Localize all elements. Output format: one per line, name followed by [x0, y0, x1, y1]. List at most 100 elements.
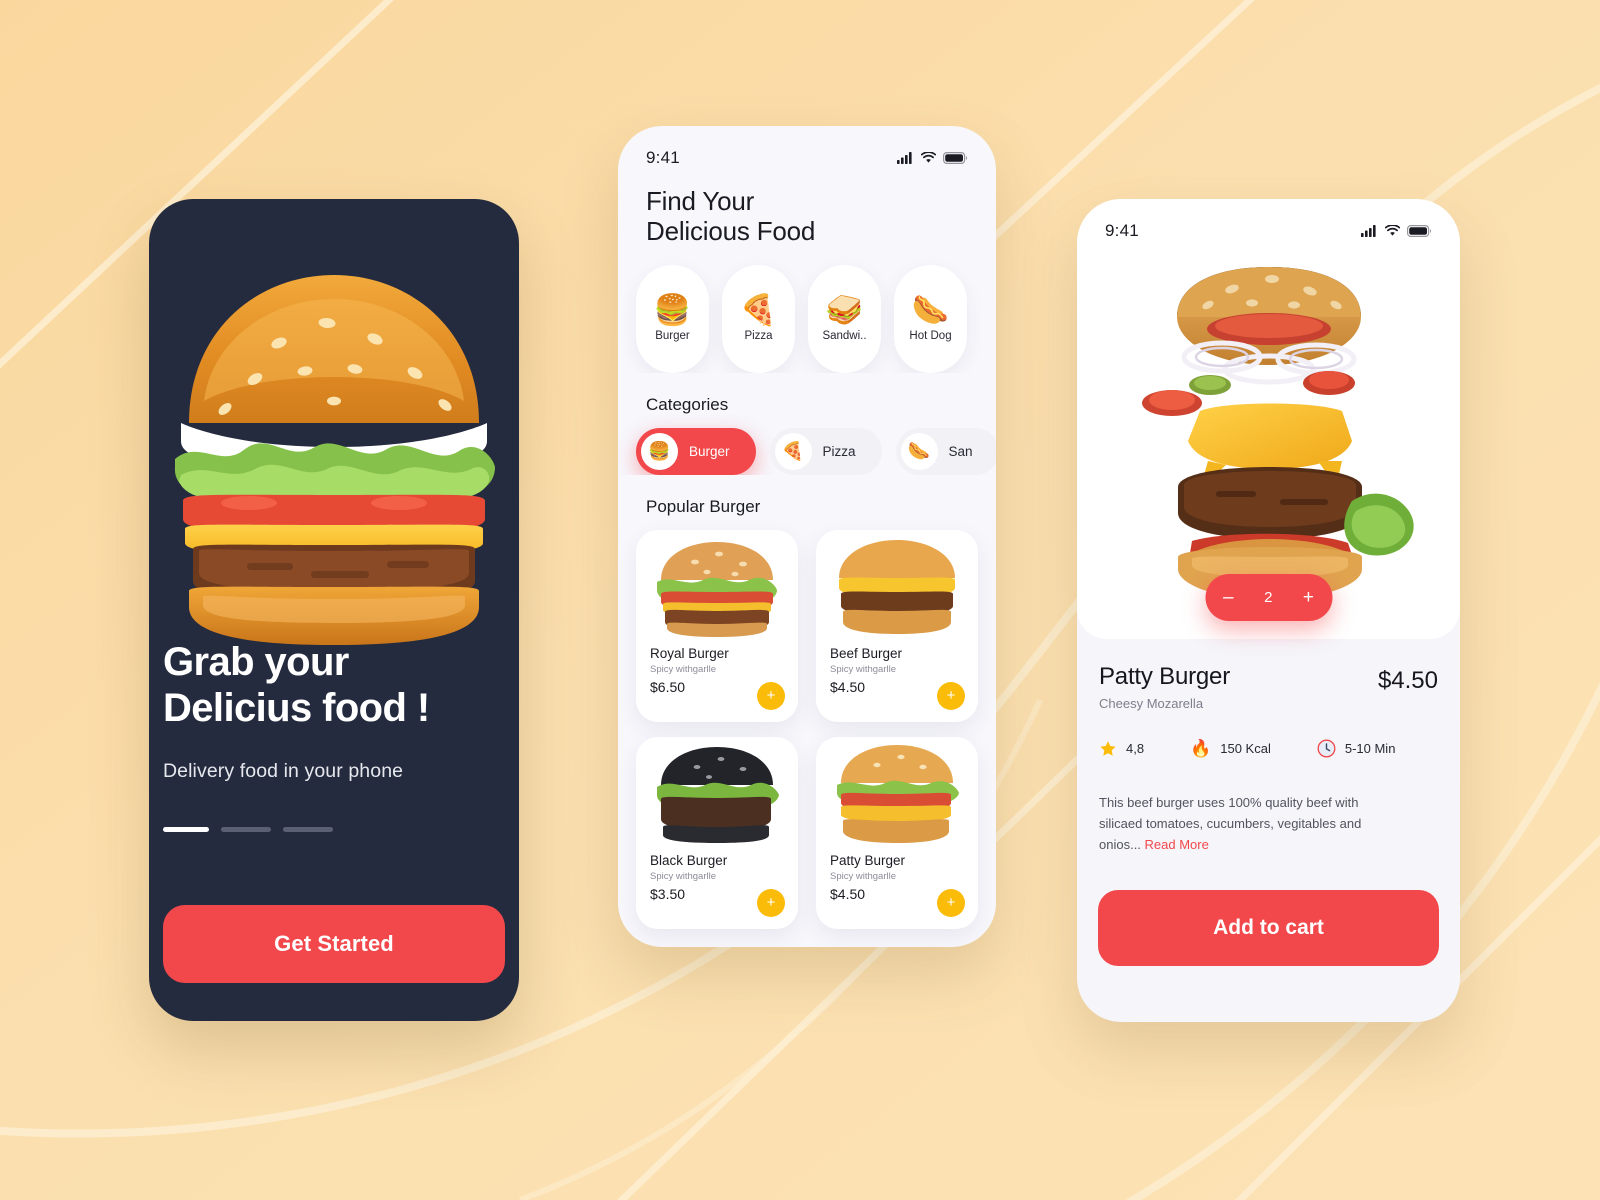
meta-calories: 🔥 150 Kcal: [1190, 740, 1271, 757]
home-title-line2: Delicious Food: [646, 216, 816, 247]
cellular-icon: [1361, 225, 1376, 237]
add-to-cart-button[interactable]: +: [757, 888, 785, 917]
product-card[interactable]: Beef Burger Spicy withgarlle $4.50 +: [816, 529, 978, 722]
product-name: Beef Burger: [830, 645, 903, 661]
burger-icon: 🍔: [653, 293, 692, 327]
add-to-cart-button[interactable]: +: [937, 681, 965, 710]
product-name: Patty Burger: [1099, 663, 1230, 690]
categories-heading: Categories: [646, 394, 729, 414]
battery-icon: [1407, 225, 1431, 237]
read-more-link[interactable]: Read More: [1145, 837, 1209, 852]
category-tile-pizza[interactable]: 🍕 Pizza: [722, 264, 795, 373]
category-tile-sandwich[interactable]: 🥪 Sandwi..: [808, 264, 881, 373]
calories-value: 150 Kcal: [1220, 741, 1271, 756]
onboarding-title-line2: Delicius food !: [163, 686, 430, 731]
product-name: Patty Burger: [830, 852, 906, 868]
chip-label: San: [948, 443, 973, 459]
category-chips[interactable]: 🍔 Burger 🍕 Pizza 🌭 San: [618, 415, 996, 475]
detail-hero: 9:41 – 2 +: [1077, 199, 1460, 639]
onboarding-title-line1: Grab your: [163, 640, 349, 684]
page-title: Grab your Delicius food !: [163, 639, 505, 732]
product-desc: Spicy withgarlle: [650, 870, 716, 882]
category-tile-burger[interactable]: 🍔 Burger: [636, 264, 709, 373]
popular-heading: Popular Burger: [646, 496, 761, 516]
quantity-stepper[interactable]: – 2 +: [1205, 574, 1332, 621]
product-desc: Spicy withgarlle: [830, 870, 896, 882]
product-name: Black Burger: [650, 852, 728, 868]
chip-pizza[interactable]: 🍕 Pizza: [769, 427, 882, 475]
exploded-burger-image: [1077, 243, 1460, 605]
onboarding-subtitle: Delivery food in your phone: [163, 759, 404, 782]
pagination-dot-3[interactable]: [283, 826, 333, 832]
star-icon: [1099, 740, 1117, 758]
wifi-icon: [921, 152, 936, 163]
category-tile-label: Burger: [655, 329, 690, 342]
description-text: This beef burger uses 100% quality beef …: [1099, 795, 1362, 853]
status-bar: 9:41: [618, 126, 996, 170]
product-grid: Royal Burger Spicy withgarlle $6.50 + Be…: [618, 517, 996, 929]
status-bar-icons: [1361, 225, 1432, 237]
product-card[interactable]: Patty Burger Spicy withgarlle $4.50 +: [816, 736, 978, 929]
page-title: Find Your Delicious Food: [618, 170, 996, 247]
add-to-cart-button[interactable]: +: [757, 681, 785, 710]
product-image: [816, 737, 978, 849]
detail-title-block: Patty Burger Cheesy Mozarella: [1099, 663, 1230, 711]
pagination-dots[interactable]: [163, 826, 505, 832]
product-desc: Spicy withgarlle: [650, 663, 716, 675]
add-to-cart-button[interactable]: Add to cart: [1098, 890, 1439, 966]
category-tile-hotdog[interactable]: 🌭 Hot Dog: [894, 264, 967, 373]
home-title-line1: Find Your: [646, 186, 755, 216]
product-image: [816, 530, 978, 642]
product-image: [636, 737, 798, 849]
product-card[interactable]: Black Burger Spicy withgarlle $3.50 +: [636, 736, 798, 929]
quantity-value: 2: [1264, 589, 1273, 606]
chip-label: Burger: [689, 443, 730, 459]
meta-rating: 4,8: [1099, 740, 1144, 758]
product-price: $4.50: [1377, 667, 1438, 694]
time-value: 5-10 Min: [1344, 741, 1396, 756]
product-subtitle: Cheesy Mozarella: [1099, 696, 1204, 711]
onboarding-screen: Grab your Delicius food ! Delivery food …: [149, 199, 519, 1021]
chip-burger[interactable]: 🍔 Burger: [636, 427, 756, 475]
quantity-decrement-button[interactable]: –: [1223, 588, 1234, 607]
burger-icon: 🍔: [641, 432, 678, 470]
burger-illustration: [149, 251, 519, 651]
flame-icon: 🔥: [1190, 739, 1212, 758]
clock-icon: [1317, 739, 1336, 758]
pagination-dot-2[interactable]: [221, 826, 271, 832]
product-name: Royal Burger: [650, 645, 729, 661]
detail-body: Patty Burger Cheesy Mozarella $4.50 4,8 …: [1077, 639, 1460, 855]
category-tile-label: Pizza: [744, 329, 773, 342]
meta-time: 5-10 Min: [1317, 739, 1396, 758]
category-tile-label: Sandwi..: [822, 329, 867, 342]
status-bar-time: 9:41: [646, 148, 680, 167]
pagination-dot-1[interactable]: [163, 826, 209, 832]
product-card[interactable]: Royal Burger Spicy withgarlle $6.50 +: [636, 529, 798, 722]
status-bar-icons: [897, 152, 968, 164]
product-description: This beef burger uses 100% quality beef …: [1099, 792, 1369, 855]
hotdog-icon: 🌭: [911, 293, 950, 327]
hotdog-icon: 🌭: [900, 432, 938, 470]
battery-icon: [943, 152, 967, 164]
add-to-cart-button[interactable]: +: [937, 888, 965, 917]
status-bar: 9:41: [1077, 199, 1460, 243]
product-detail-screen: 9:41 – 2 + Patty Burger Cheesy Mozarella…: [1077, 199, 1460, 1022]
home-screen: 9:41 Find Your Delicious Food 🍔 Burger 🍕…: [618, 126, 996, 947]
category-tiles[interactable]: 🍔 Burger 🍕 Pizza 🥪 Sandwi.. 🌭 Hot Dog: [618, 247, 996, 373]
sandwich-icon: 🥪: [825, 293, 864, 327]
rating-value: 4,8: [1126, 741, 1145, 756]
cellular-icon: [897, 152, 912, 164]
pizza-icon: 🍕: [739, 293, 778, 327]
wifi-icon: [1385, 225, 1400, 236]
chip-sandwich[interactable]: 🌭 San: [895, 427, 996, 475]
category-tile-label: Hot Dog: [909, 329, 952, 342]
quantity-increment-button[interactable]: +: [1303, 588, 1314, 607]
status-bar-time: 9:41: [1105, 221, 1139, 240]
onboarding-copy: Grab your Delicius food ! Delivery food …: [163, 639, 505, 832]
detail-header-row: Patty Burger Cheesy Mozarella $4.50: [1099, 663, 1438, 711]
product-desc: Spicy withgarlle: [830, 663, 896, 675]
product-image: [636, 530, 798, 642]
get-started-button[interactable]: Get Started: [163, 905, 505, 983]
product-meta: 4,8 🔥 150 Kcal 5-10 Min: [1099, 739, 1438, 758]
chip-label: Pizza: [822, 443, 856, 459]
